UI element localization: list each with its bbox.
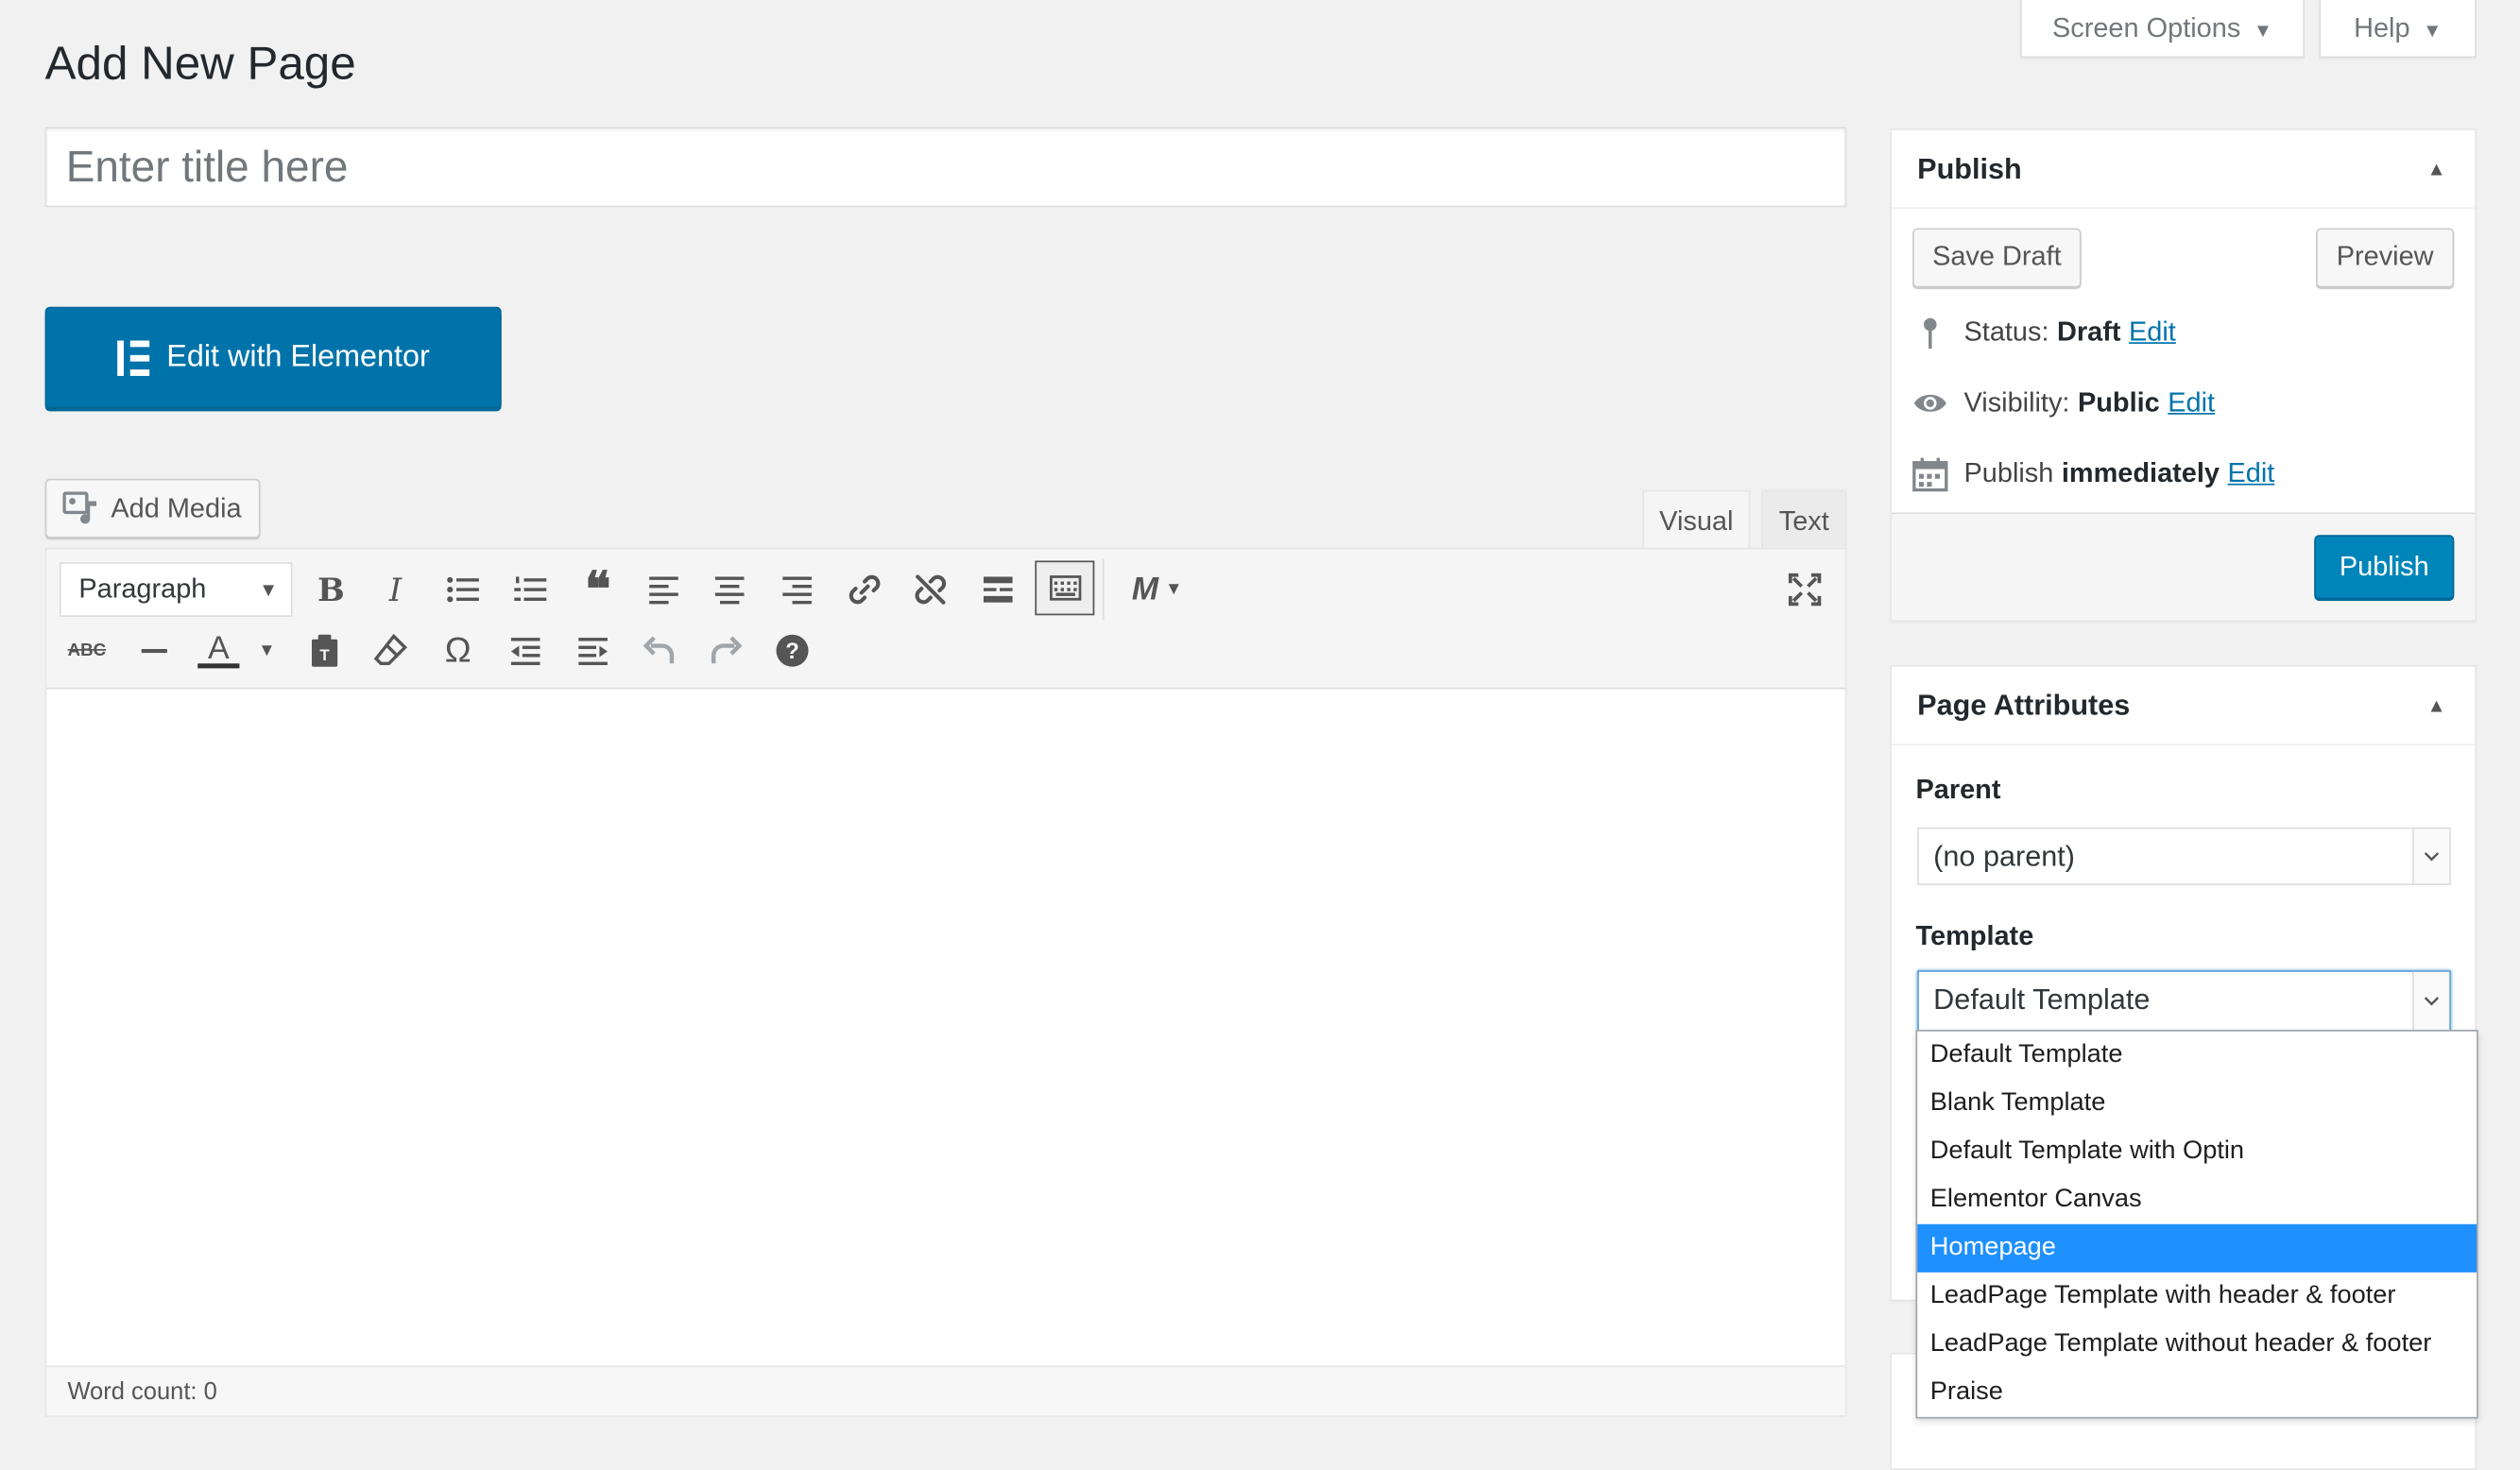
preview-button[interactable]: Preview (2315, 228, 2455, 288)
tab-text[interactable]: Text (1761, 489, 1847, 550)
blockquote-icon[interactable]: ❝ (569, 561, 626, 618)
help-label: Help (2354, 12, 2410, 43)
clear-format-icon[interactable] (362, 624, 420, 678)
add-media-label: Add Media (111, 492, 242, 523)
indent-icon[interactable] (564, 624, 622, 678)
publish-button-label: Publish (2339, 551, 2429, 582)
italic-icon[interactable]: I (367, 562, 424, 617)
schedule-label: Publish (1963, 457, 2054, 488)
parent-select-value: (no parent) (1933, 840, 2075, 873)
schedule-edit-link[interactable]: Edit (2228, 458, 2275, 490)
page-title: Add New Page (44, 38, 356, 91)
status-label: Status: (1963, 316, 2049, 348)
screen-options-tab[interactable]: Screen Options ▼ (2020, 0, 2306, 59)
format-select[interactable]: Paragraph ▼ (59, 562, 293, 617)
elementor-icon (116, 339, 149, 376)
format-select-value: Paragraph (78, 573, 207, 605)
title-input[interactable]: Enter title here (44, 127, 1847, 208)
numbered-list-icon[interactable] (502, 562, 559, 617)
chevron-down-icon (2412, 829, 2450, 884)
preview-label: Preview (2336, 241, 2434, 272)
caret-down-icon: ▼ (2423, 19, 2443, 43)
m-plugin-glyph: M (1131, 571, 1159, 607)
schedule-row: Publish immediately Edit (1912, 453, 2274, 495)
text-color-glyph: A (207, 630, 230, 666)
fullscreen-icon[interactable] (1775, 562, 1833, 617)
caret-down-icon: ▼ (259, 578, 279, 601)
tab-text-label: Text (1778, 505, 1829, 537)
tab-visual[interactable]: Visual (1642, 489, 1751, 550)
page-attributes-title: Page Attributes (1917, 689, 2131, 722)
collapse-toggle-icon[interactable]: ▲ (2427, 667, 2446, 744)
pin-icon (1923, 317, 1937, 350)
text-color-icon[interactable]: A (190, 624, 248, 678)
caret-down-icon: ▼ (1164, 579, 1183, 600)
status-value: Draft (2057, 316, 2121, 348)
outdent-icon[interactable] (497, 624, 555, 678)
toolbar-separator (1102, 558, 1105, 621)
redo-icon[interactable] (697, 624, 755, 678)
bold-icon[interactable]: B (302, 562, 360, 617)
page-attributes-header[interactable]: Page Attributes ▲ (1891, 667, 2476, 746)
status-row: Status: Draft Edit (1912, 312, 2176, 353)
template-dropdown-list: Default Template Blank Template Default … (1915, 1030, 2478, 1419)
template-option[interactable]: Blank Template (1917, 1080, 2477, 1128)
eye-icon (1913, 394, 1946, 412)
save-draft-label: Save Draft (1932, 241, 2062, 272)
save-draft-button[interactable]: Save Draft (1912, 228, 2082, 288)
bullet-list-icon[interactable] (434, 562, 491, 617)
link-icon[interactable] (835, 562, 893, 617)
align-right-icon[interactable] (768, 562, 826, 617)
m-plugin-icon[interactable]: M ▼ (1121, 562, 1194, 617)
template-option[interactable]: Praise (1917, 1369, 2477, 1417)
template-option[interactable]: LeadPage Template with header & footer (1917, 1273, 2477, 1321)
toolbar-toggle-icon[interactable] (1035, 560, 1095, 616)
visibility-row: Visibility: Public Edit (1912, 383, 2215, 424)
word-count: Word count: 0 (46, 1365, 1845, 1416)
visibility-label: Visibility: (1963, 386, 2070, 419)
parent-label: Parent (1915, 774, 2001, 805)
help-tab[interactable]: Help ▼ (2319, 0, 2477, 59)
template-option[interactable]: Elementor Canvas (1917, 1176, 2477, 1224)
screen-options-label: Screen Options (2051, 12, 2241, 43)
svg-text:T: T (319, 646, 330, 664)
parent-select[interactable]: (no parent) (1917, 827, 2451, 885)
tab-visual-label: Visual (1659, 505, 1734, 537)
publish-box-header[interactable]: Publish ▲ (1891, 130, 2476, 210)
text-color-dropdown-icon[interactable]: ▼ (241, 624, 292, 678)
template-select[interactable]: Default Template (1917, 970, 2451, 1032)
read-more-icon[interactable] (969, 562, 1027, 617)
chevron-down-icon (2412, 971, 2450, 1031)
collapse-toggle-icon[interactable]: ▲ (2427, 130, 2446, 208)
visibility-edit-link[interactable]: Edit (2168, 387, 2215, 419)
caret-down-icon: ▼ (2253, 19, 2273, 43)
elementor-button-label: Edit with Elementor (166, 339, 430, 374)
template-label: Template (1915, 920, 2034, 951)
template-option-highlighted[interactable]: Homepage (1917, 1223, 2477, 1273)
template-option[interactable]: Default Template with Optin (1917, 1128, 2477, 1176)
status-edit-link[interactable]: Edit (2129, 316, 2176, 349)
align-center-icon[interactable] (701, 562, 759, 617)
visibility-value: Public (2077, 386, 2160, 419)
undo-icon[interactable] (630, 624, 688, 678)
text-color-swatch (197, 662, 240, 668)
schedule-value: immediately (2061, 457, 2220, 488)
template-option[interactable]: LeadPage Template without header & foote… (1917, 1321, 2477, 1369)
help-icon[interactable]: ? (763, 624, 821, 678)
publish-button[interactable]: Publish (2314, 535, 2455, 600)
edit-with-elementor-button[interactable]: Edit with Elementor (44, 306, 502, 408)
strikethrough-icon[interactable]: ABC (58, 624, 115, 678)
publish-box-title: Publish (1917, 152, 2022, 185)
special-character-icon[interactable]: Ω (429, 624, 487, 678)
horizontal-line-icon[interactable] (126, 624, 183, 678)
align-left-icon[interactable] (635, 562, 693, 617)
template-option[interactable]: Default Template (1917, 1032, 2477, 1080)
template-select-value: Default Template (1933, 983, 2151, 1016)
add-media-button[interactable]: Add Media (44, 478, 261, 538)
unlink-icon[interactable] (901, 562, 959, 617)
svg-text:?: ? (785, 639, 799, 664)
paste-text-icon[interactable]: T (296, 624, 353, 678)
calendar-icon (1912, 457, 1948, 492)
media-icon (62, 490, 97, 523)
